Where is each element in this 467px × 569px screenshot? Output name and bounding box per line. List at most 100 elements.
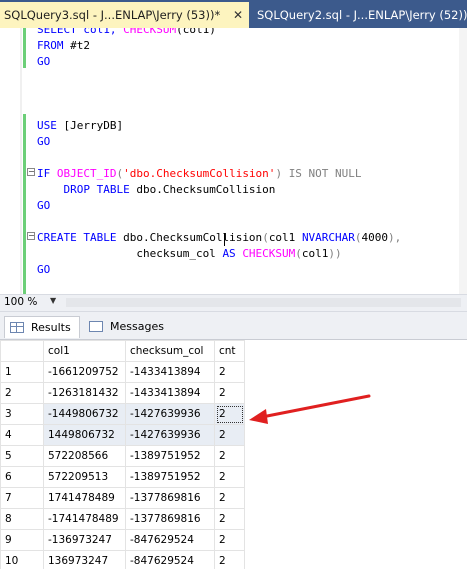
- code-token: )): [328, 247, 341, 260]
- code-token: checksum_col: [37, 247, 222, 260]
- cell-col1[interactable]: 572209513: [44, 467, 126, 488]
- row-number[interactable]: 1: [1, 362, 44, 383]
- cell-cnt[interactable]: 2: [215, 530, 245, 551]
- cell-cnt[interactable]: 2: [215, 383, 245, 404]
- close-tab-icon[interactable]: ✕: [233, 2, 243, 28]
- tab-messages[interactable]: Messages: [84, 316, 160, 338]
- row-number[interactable]: 10: [1, 551, 44, 569]
- tab-results[interactable]: Results: [4, 316, 80, 338]
- cell-checksum-col[interactable]: -1427639936: [126, 404, 215, 425]
- cell-col1[interactable]: 1741478489: [44, 488, 126, 509]
- code-line[interactable]: FROM #t2: [37, 38, 90, 54]
- row-number[interactable]: 8: [1, 509, 44, 530]
- cell-cnt[interactable]: 2: [215, 509, 245, 530]
- code-token: GO: [37, 199, 50, 212]
- cell-cnt[interactable]: 2: [215, 425, 245, 446]
- cell-checksum-col[interactable]: -1377869816: [126, 509, 215, 530]
- cell-cnt[interactable]: 2: [215, 467, 245, 488]
- editor-status-bar: 100 % ▼: [0, 294, 467, 312]
- row-number[interactable]: 2: [1, 383, 44, 404]
- text-caret: [224, 233, 225, 246]
- table-row[interactable]: 71741478489-13778698162: [1, 488, 245, 509]
- table-row[interactable]: 3-1449806732-14276399362: [1, 404, 245, 425]
- code-token: (col1): [176, 28, 216, 36]
- row-number-header[interactable]: [1, 341, 44, 362]
- cell-cnt[interactable]: 2: [215, 488, 245, 509]
- code-token: (: [262, 231, 269, 244]
- table-row[interactable]: 9-136973247-8476295242: [1, 530, 245, 551]
- grid-body: 1-1661209752-143341389422-1263181432-143…: [1, 362, 245, 569]
- editor-horizontal-scrollbar[interactable]: [66, 298, 461, 307]
- cell-checksum-col[interactable]: -1427639936: [126, 425, 215, 446]
- collapse-toggle-icon[interactable]: −: [27, 232, 35, 240]
- row-number[interactable]: 4: [1, 425, 44, 446]
- code-token: (: [295, 247, 302, 260]
- code-token: ),: [388, 231, 401, 244]
- cell-col1[interactable]: 1449806732: [44, 425, 126, 446]
- cell-col1[interactable]: -1263181432: [44, 383, 126, 404]
- code-line[interactable]: USE [JerryDB]: [37, 118, 123, 134]
- cell-cnt[interactable]: 2: [215, 446, 245, 467]
- table-row[interactable]: 8-1741478489-13778698162: [1, 509, 245, 530]
- cell-col1[interactable]: -1741478489: [44, 509, 126, 530]
- cell-checksum-col[interactable]: -1377869816: [126, 488, 215, 509]
- code-token: AS: [222, 247, 235, 260]
- column-header-checksum-col[interactable]: checksum_col: [126, 341, 215, 362]
- code-line[interactable]: GO: [37, 262, 50, 278]
- code-line[interactable]: checksum_col AS CHECKSUM(col1)): [37, 246, 342, 262]
- code-line[interactable]: GO: [37, 54, 50, 70]
- code-line[interactable]: DROP TABLE dbo.ChecksumCollision: [37, 182, 275, 198]
- table-row[interactable]: 6572209513-13897519522: [1, 467, 245, 488]
- row-number[interactable]: 6: [1, 467, 44, 488]
- tab-sqlquery2[interactable]: SQLQuery2.sql - J...ENLAP\Jerry (52)): [255, 2, 467, 28]
- zoom-level-select[interactable]: 100 %: [2, 296, 37, 309]
- cell-checksum-col[interactable]: -847629524: [126, 551, 215, 569]
- code-token: dbo.ChecksumCollision: [130, 183, 276, 196]
- cell-col1[interactable]: -1449806732: [44, 404, 126, 425]
- code-token: ): [275, 167, 288, 180]
- editor-margin-line: [20, 28, 22, 294]
- column-header-cnt[interactable]: cnt: [215, 341, 245, 362]
- code-line[interactable]: GO: [37, 198, 50, 214]
- sql-editor[interactable]: − − SELECT col1, CHECKSUM(col1)FROM #t2G…: [0, 28, 467, 294]
- cell-checksum-col[interactable]: -1433413894: [126, 362, 215, 383]
- code-line[interactable]: CREATE TABLE dbo.ChecksumCollision(col1 …: [37, 230, 401, 246]
- row-number[interactable]: 5: [1, 446, 44, 467]
- code-line[interactable]: SELECT col1, CHECKSUM(col1): [37, 28, 216, 38]
- cell-checksum-col[interactable]: -1389751952: [126, 446, 215, 467]
- cell-checksum-col[interactable]: -847629524: [126, 530, 215, 551]
- cell-col1[interactable]: 136973247: [44, 551, 126, 569]
- cell-cnt[interactable]: 2: [215, 362, 245, 383]
- cell-col1[interactable]: -1661209752: [44, 362, 126, 383]
- tab-sqlquery2-label: SQLQuery2.sql - J...ENLAP\Jerry (52)): [257, 8, 467, 22]
- document-tab-strip: SQLQuery3.sql - J...ENLAP\Jerry (53))* ✕…: [0, 0, 467, 28]
- tab-sqlquery3[interactable]: SQLQuery3.sql - J...ENLAP\Jerry (53))* ✕: [0, 2, 249, 28]
- row-number[interactable]: 9: [1, 530, 44, 551]
- chevron-down-icon[interactable]: ▼: [50, 296, 56, 305]
- change-marker: [23, 114, 26, 294]
- row-number[interactable]: 3: [1, 404, 44, 425]
- table-row[interactable]: 41449806732-14276399362: [1, 425, 245, 446]
- code-token: #t2: [64, 39, 91, 52]
- row-number[interactable]: 7: [1, 488, 44, 509]
- code-token: CREATE TABLE: [37, 231, 116, 244]
- column-header-col1[interactable]: col1: [44, 341, 126, 362]
- editor-vertical-scrollbar[interactable]: [459, 28, 467, 294]
- cell-checksum-col[interactable]: -1389751952: [126, 467, 215, 488]
- code-line[interactable]: IF OBJECT_ID('dbo.ChecksumCollision') IS…: [37, 166, 362, 182]
- annotation-arrow-head: [249, 409, 268, 424]
- collapse-toggle-icon[interactable]: −: [27, 168, 35, 176]
- cell-col1[interactable]: -136973247: [44, 530, 126, 551]
- results-grid[interactable]: col1 checksum_col cnt 1-1661209752-14334…: [0, 339, 467, 569]
- cell-checksum-col[interactable]: -1433413894: [126, 383, 215, 404]
- table-row[interactable]: 2-1263181432-14334138942: [1, 383, 245, 404]
- cell-col1[interactable]: 572208566: [44, 446, 126, 467]
- table-row[interactable]: 1-1661209752-14334138942: [1, 362, 245, 383]
- code-token: GO: [37, 135, 50, 148]
- cell-cnt[interactable]: 2: [215, 404, 245, 425]
- code-token: col1: [302, 247, 329, 260]
- cell-cnt[interactable]: 2: [215, 551, 245, 569]
- table-row[interactable]: 5572208566-13897519522: [1, 446, 245, 467]
- table-row[interactable]: 10136973247-8476295242: [1, 551, 245, 569]
- code-line[interactable]: GO: [37, 134, 50, 150]
